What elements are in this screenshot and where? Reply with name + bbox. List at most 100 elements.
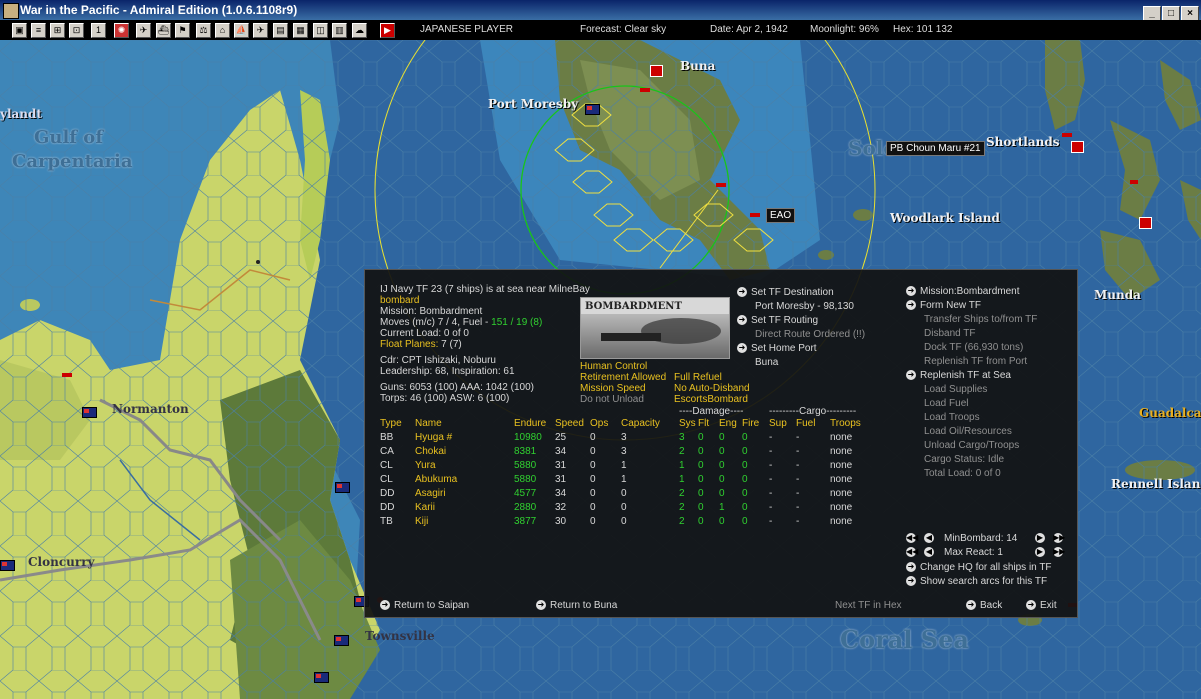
map-label-shortlands[interactable]: Shortlands [986,135,1059,149]
weather-icon[interactable]: ☁ [352,23,367,38]
cell-name[interactable]: Kiji [415,516,428,527]
transfer-ships-button[interactable]: Transfer Ships to/from TF [906,313,1037,327]
ship-tag-eao[interactable]: EAO [766,208,796,223]
left-arrow-icon[interactable]: ◀ [924,547,934,557]
map-label-port-moresby[interactable]: Port Moresby [488,97,578,111]
option-retirement[interactable]: Retirement Allowed [580,372,666,383]
set-destination-button[interactable]: ➜ Set TF Destination [737,286,865,300]
option-no-auto-disband[interactable]: No Auto-Disband [674,383,750,394]
col-header-troops[interactable]: Troops [830,418,861,429]
col-header-fuel[interactable]: Fuel [796,418,815,429]
filter-icon[interactable]: ▦ [293,23,308,38]
replenish-sea-button[interactable]: ➜ Replenish TF at Sea [906,369,1037,383]
allied-base-flag-icon[interactable] [82,407,97,418]
next-tf-button[interactable]: Next TF in Hex [835,600,902,611]
double-right-arrow-icon[interactable]: ▶▶ [1053,547,1065,557]
tf-commander[interactable]: Cdr: CPT Ishizaki, Noburu [380,355,515,366]
map-label-woodlark[interactable]: Woodlark Island [890,211,1000,225]
factory-icon[interactable]: ⌂ [215,23,230,38]
grid-icon[interactable]: ⊞ [50,23,65,38]
japanese-base-icon[interactable] [1071,141,1084,153]
map-icon[interactable]: ▤ [273,23,288,38]
tf-float-planes-label: Float Planes: [380,339,442,350]
map-label-normanton[interactable]: Normanton [112,402,189,416]
map-label-rennell[interactable]: Rennell Island [1111,477,1201,491]
cell-troops: none [830,446,853,457]
right-arrow-icon[interactable]: ▶ [1035,547,1045,557]
map-label-guadalcanal[interactable]: Guadalca [1139,406,1201,420]
mission-bombardment-button[interactable]: ➜ Mission:Bombardment [906,285,1037,299]
exit-button[interactable]: ➜ Exit [1026,600,1057,611]
dock-tf-button[interactable]: Dock TF (66,930 tons) [906,341,1037,355]
balance-icon[interactable]: ⚖ [196,23,211,38]
col-header-capacity[interactable]: Capacity [621,418,660,429]
col-header-ops[interactable]: Ops [590,418,608,429]
option-unload[interactable]: Do not Unload [580,394,666,405]
col-header-type[interactable]: Type [380,418,402,429]
show-search-arcs-button[interactable]: ➜ Show search arcs for this TF [906,575,1052,589]
load-oil-button[interactable]: Load Oil/Resources [906,425,1037,439]
map-label-townsville[interactable]: Townsville [365,629,435,643]
col-header-speed[interactable]: Speed [555,418,584,429]
end-turn-icon[interactable]: ▶ [380,23,395,38]
cell-name[interactable]: Asagiri [415,488,446,499]
plane-group-icon[interactable]: ✈ [253,23,268,38]
allied-base-flag-icon[interactable] [334,635,349,646]
report-icon[interactable]: ▥ [332,23,347,38]
overlay-icon[interactable]: ⊡ [69,23,84,38]
ship-tag-pb[interactable]: PB Choun Maru #21 [886,141,985,156]
cell-name[interactable]: Hyuga # [415,432,452,443]
col-header-sup[interactable]: Sup [769,418,787,429]
back-button[interactable]: ➜ Back [966,600,1002,611]
load-supplies-button[interactable]: Load Supplies [906,383,1037,397]
list-icon[interactable]: ≡ [31,23,46,38]
rising-sun-icon[interactable]: ✺ [114,23,129,38]
ship-icon[interactable]: ⛴ [156,23,171,38]
cell-name[interactable]: Karii [415,502,435,513]
one-icon[interactable]: 1 [91,23,106,38]
double-left-arrow-icon[interactable]: ◀◀ [906,533,918,543]
map-label-munda[interactable]: Munda [1094,288,1141,302]
load-fuel-button[interactable]: Load Fuel [906,397,1037,411]
col-header-sys[interactable]: Sys [679,418,696,429]
option-human-control[interactable]: Human Control [580,361,666,372]
option-escorts-bombard[interactable]: EscortsBombard [674,394,750,405]
set-home-port-button[interactable]: ➜ Set Home Port [737,342,865,356]
replenish-port-button[interactable]: Replenish TF from Port [906,355,1037,369]
col-header-name[interactable]: Name [415,418,442,429]
cell-name[interactable]: Abukuma [415,474,457,485]
map-label-cloncurry[interactable]: Cloncurry [28,555,95,569]
disband-tf-button[interactable]: Disband TF [906,327,1037,341]
col-header-flt[interactable]: Flt [698,418,709,429]
unload-cargo-button[interactable]: Unload Cargo/Troops [906,439,1037,453]
col-header-fire[interactable]: Fire [742,418,759,429]
col-header-eng[interactable]: Eng [719,418,737,429]
change-hq-button[interactable]: ➜ Change HQ for all ships in TF [906,561,1052,575]
form-new-tf-button[interactable]: ➜ Form New TF [906,299,1037,313]
double-right-arrow-icon[interactable]: ▶▶ [1053,533,1065,543]
allied-base-flag-icon[interactable] [585,104,600,115]
option-mission-speed[interactable]: Mission Speed [580,383,666,394]
set-routing-button[interactable]: ➜ Set TF Routing [737,314,865,328]
flag-icon[interactable]: ⚑ [175,23,190,38]
allied-base-flag-icon[interactable] [314,672,329,683]
col-header-endure[interactable]: Endure [514,418,546,429]
cell-name[interactable]: Yura [415,460,436,471]
squares-icon[interactable]: ▣ [12,23,27,38]
load-troops-button[interactable]: Load Troops [906,411,1037,425]
op-icon[interactable]: ◫ [313,23,328,38]
submarine-icon[interactable]: ⛵ [234,23,249,38]
allied-base-flag-icon[interactable] [335,482,350,493]
right-arrow-icon[interactable]: ▶ [1035,533,1045,543]
cell-name[interactable]: Chokai [415,446,446,457]
return-buna-button[interactable]: ➜ Return to Buna [536,600,617,611]
airplane-icon[interactable]: ✈ [136,23,151,38]
return-saipan-button[interactable]: ➜ Return to Saipan [380,600,469,611]
japanese-base-icon[interactable] [650,65,663,77]
allied-base-flag-icon[interactable] [0,560,15,571]
map-label-buna[interactable]: Buna [680,59,715,73]
double-left-arrow-icon[interactable]: ◀◀ [906,547,918,557]
japanese-base-icon[interactable] [1139,217,1152,229]
option-full-refuel[interactable]: Full Refuel [674,372,750,383]
left-arrow-icon[interactable]: ◀ [924,533,934,543]
